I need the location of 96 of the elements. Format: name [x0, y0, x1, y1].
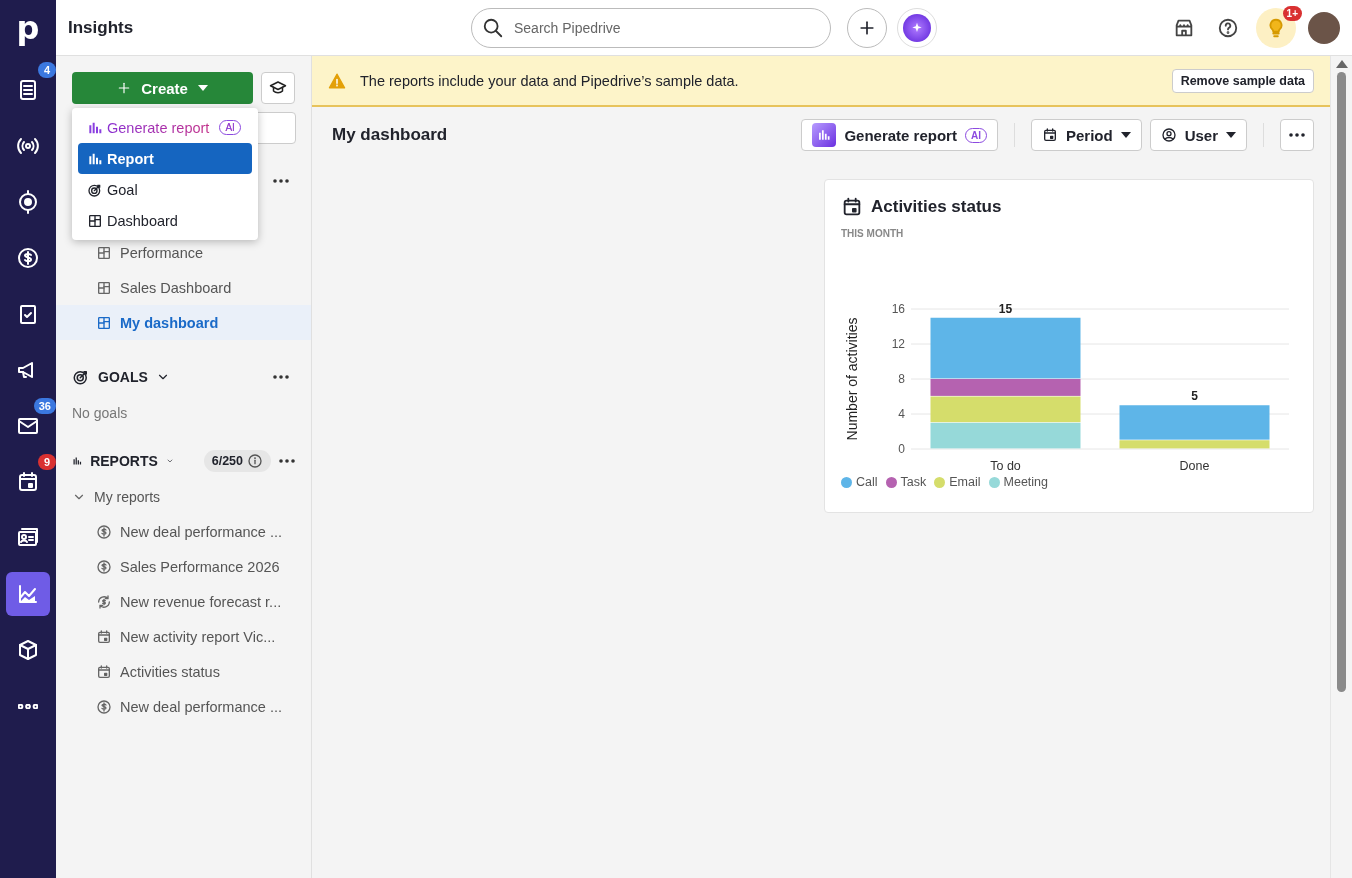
- calendar-icon: [841, 196, 863, 218]
- remove-sample-data-button[interactable]: Remove sample data: [1171, 68, 1314, 93]
- item-label: New revenue forecast r...: [120, 593, 282, 610]
- count-badge: 4: [38, 62, 56, 78]
- item-label: Sales Dashboard: [120, 279, 232, 296]
- sidebar-item[interactable]: Performance: [56, 235, 311, 270]
- sidebar-item[interactable]: Sales Dashboard: [56, 270, 311, 305]
- scrollbar[interactable]: [1330, 56, 1352, 878]
- generate-report-button[interactable]: Generate report AI: [801, 119, 998, 151]
- axis-tick: 16: [891, 302, 905, 316]
- item-label: Performance: [120, 244, 203, 261]
- menu-item[interactable]: Dashboard: [78, 205, 252, 236]
- axis-title: Number of activities: [844, 317, 860, 441]
- dollar-icon: [96, 698, 112, 715]
- more-icon: [273, 179, 289, 183]
- period-button[interactable]: Period: [1030, 119, 1142, 151]
- dollar-icon: [96, 523, 112, 540]
- section-title: GOALS: [98, 369, 148, 385]
- sidebar-item[interactable]: Sales Performance 2026: [56, 549, 311, 584]
- target-icon: [72, 368, 90, 386]
- item-label: New activity report Vic...: [120, 628, 276, 645]
- banner-text: The reports include your data and Pipedrive’s sample data.: [360, 72, 739, 89]
- sidebar-item[interactable]: New deal performance ...: [56, 514, 311, 549]
- sidebar-item[interactable]: Activities status: [56, 654, 311, 689]
- ai-button[interactable]: [897, 7, 937, 48]
- menu-item[interactable]: Goal: [78, 174, 252, 205]
- dashboard-icon: [96, 279, 112, 296]
- category-label: To do: [990, 459, 1021, 473]
- count-badge: 36: [33, 398, 56, 414]
- legend-item: Email: [934, 475, 981, 489]
- more-icon: [279, 459, 295, 463]
- dollar-icon: [16, 246, 40, 270]
- dashboard-title: My dashboard: [332, 125, 449, 145]
- calendar-icon: [16, 470, 40, 494]
- axis-tick: 12: [891, 337, 905, 351]
- sidebar-item[interactable]: New revenue forecast r...: [56, 584, 311, 619]
- dashboard-icon: [87, 212, 103, 229]
- info-icon: [247, 453, 263, 469]
- box-icon: [16, 638, 40, 662]
- logo[interactable]: p: [0, 0, 56, 56]
- axis-tick: 4: [898, 407, 905, 421]
- plus-icon: [117, 81, 132, 95]
- folder-item[interactable]: My reports: [72, 479, 295, 514]
- count-badge: 9: [38, 454, 56, 470]
- warning-icon: [328, 71, 346, 90]
- calendar-icon: [1041, 127, 1058, 143]
- page-title: Insights: [68, 17, 135, 38]
- calendar-icon: [96, 628, 112, 645]
- target-icon: [16, 190, 40, 214]
- search-input[interactable]: Search Pipedrive: [512, 18, 820, 37]
- item-label: New deal performance ...: [120, 523, 282, 540]
- item-label: New deal performance ...: [120, 698, 282, 715]
- count-badge: 6/250: [203, 450, 271, 472]
- dashboard-icon: [96, 314, 112, 331]
- bar-chart-icon: [817, 128, 832, 142]
- card-subtitle: THIS MONTH: [841, 228, 905, 239]
- search-icon: [482, 16, 504, 39]
- legend-item: Meeting: [988, 475, 1048, 489]
- sidebar-item[interactable]: New deal performance ...: [56, 689, 311, 724]
- value-label: 15: [998, 301, 1013, 316]
- notification-badge: 1+: [1282, 5, 1302, 21]
- create-button[interactable]: Create: [72, 72, 254, 104]
- dashboard-icon: [96, 244, 112, 261]
- caret-icon: [1120, 132, 1131, 138]
- legend-item: Task: [885, 475, 927, 489]
- category-label: Done: [1179, 459, 1210, 473]
- caret-icon: [1226, 132, 1236, 138]
- item-label: Sales Performance 2026: [120, 558, 280, 575]
- chart-icon: [16, 582, 40, 606]
- axis-tick: 8: [898, 372, 905, 386]
- forecast-icon: [96, 593, 112, 610]
- nav-item[interactable]: [6, 572, 50, 616]
- item-label: Activities status: [120, 663, 220, 680]
- calendar-icon: [96, 663, 112, 680]
- value-label: 5: [1191, 389, 1198, 404]
- axis-tick: 0: [898, 442, 905, 456]
- user-icon: [1160, 127, 1177, 143]
- item-label: My dashboard: [120, 314, 219, 331]
- sidebar-item[interactable]: My dashboard: [56, 305, 311, 340]
- help-icon: [1217, 16, 1239, 39]
- sidebar-item[interactable]: New activity report Vic...: [56, 619, 311, 654]
- menu-item[interactable]: Report: [78, 143, 252, 174]
- more-icon: [1289, 133, 1305, 137]
- learn-button[interactable]: [261, 72, 295, 104]
- caret-icon: [197, 85, 208, 91]
- empty-text: No goals: [72, 403, 129, 423]
- card-title: Activities status: [871, 197, 1002, 217]
- user-button[interactable]: User: [1149, 119, 1247, 151]
- section-title: REPORTS: [90, 453, 158, 469]
- scroll-up-icon[interactable]: [1335, 60, 1348, 68]
- dollar-icon: [96, 558, 112, 575]
- more-icon: [18, 703, 38, 709]
- more-icon: [273, 375, 289, 379]
- avatar[interactable]: [1308, 11, 1340, 44]
- legend-item: Call: [841, 475, 878, 489]
- tips-button[interactable]: [1256, 7, 1296, 48]
